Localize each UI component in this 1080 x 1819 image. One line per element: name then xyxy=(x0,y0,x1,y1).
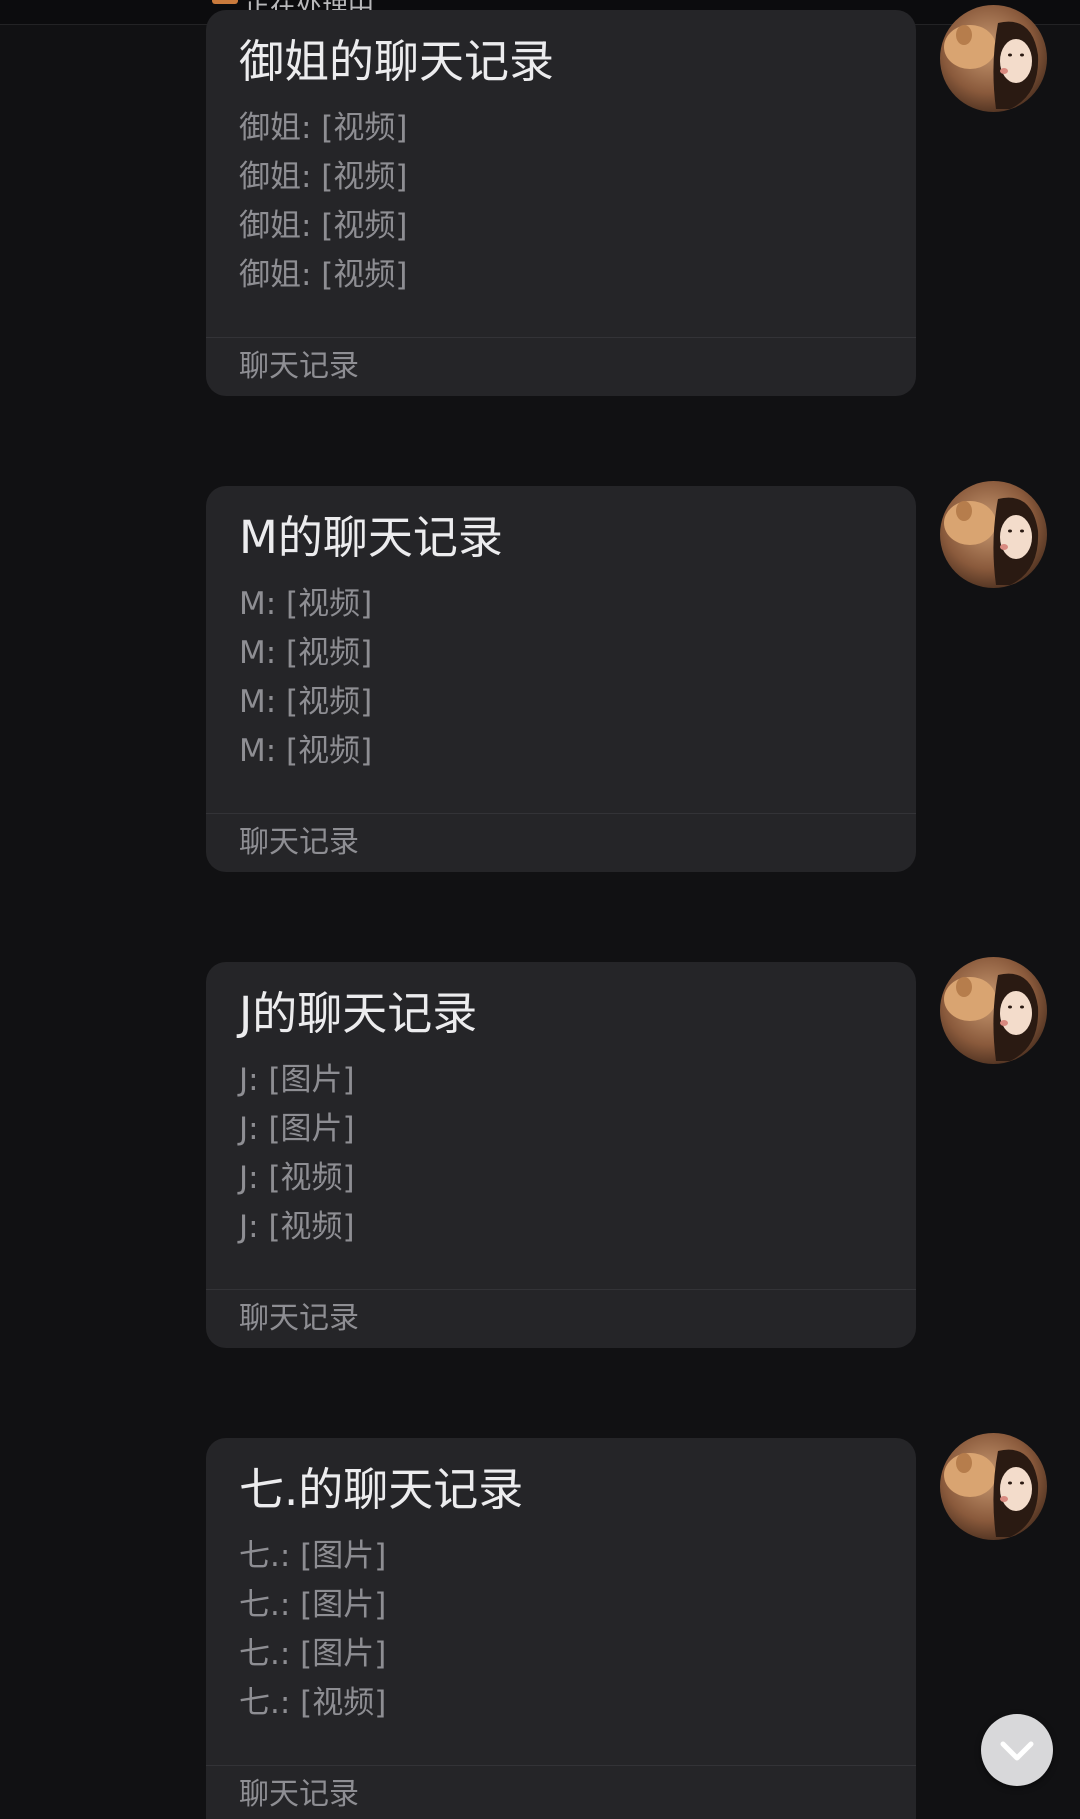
preview-line: J: [视频] xyxy=(239,1209,355,1245)
avatar-image xyxy=(940,5,1047,112)
chat-record-footer: 聊天记录 xyxy=(239,1301,359,1336)
preview-line: M: [视频] xyxy=(239,635,373,671)
chat-record-card[interactable]: 七.的聊天记录 七.: [图片] 七.: [图片] 七.: [图片] 七.: [… xyxy=(206,1438,916,1819)
chevron-down-icon xyxy=(1000,1741,1034,1761)
chat-record-title: J的聊天记录 xyxy=(239,987,478,1040)
preview-line: M: [视频] xyxy=(239,586,373,622)
preview-line: 七.: [图片] xyxy=(239,1587,387,1623)
preview-line: J: [图片] xyxy=(239,1111,355,1147)
preview-line: 御姐: [视频] xyxy=(239,110,408,146)
chat-record-footer: 聊天记录 xyxy=(239,1777,359,1812)
preview-line: 七.: [图片] xyxy=(239,1538,387,1574)
preview-line: M: [视频] xyxy=(239,733,373,769)
chat-record-card[interactable]: J的聊天记录 J: [图片] J: [图片] J: [视频] J: [视频] 聊… xyxy=(206,962,916,1348)
preview-line: 御姐: [视频] xyxy=(239,208,408,244)
chat-record-footer: 聊天记录 xyxy=(239,825,359,860)
avatar-image xyxy=(940,957,1047,1064)
preview-line: J: [图片] xyxy=(239,1062,355,1098)
folder-icon xyxy=(212,0,238,4)
chat-record-preview: M: [视频] M: [视频] M: [视频] M: [视频] xyxy=(239,580,372,776)
user-avatar[interactable] xyxy=(940,481,1047,588)
scroll-to-bottom-button[interactable] xyxy=(981,1714,1053,1786)
user-avatar[interactable] xyxy=(940,1433,1047,1540)
chat-record-preview: 御姐: [视频] 御姐: [视频] 御姐: [视频] 御姐: [视频] xyxy=(239,104,408,300)
preview-line: 七.: [视频] xyxy=(239,1685,387,1721)
avatar-image xyxy=(940,1433,1047,1540)
user-avatar[interactable] xyxy=(940,5,1047,112)
chat-record-card[interactable]: 御姐的聊天记录 御姐: [视频] 御姐: [视频] 御姐: [视频] 御姐: [… xyxy=(206,10,916,396)
chat-record-footer: 聊天记录 xyxy=(239,349,359,384)
preview-line: 七.: [图片] xyxy=(239,1636,387,1672)
user-avatar[interactable] xyxy=(940,957,1047,1064)
chat-record-title: 七.的聊天记录 xyxy=(239,1463,524,1516)
chat-record-title: 御姐的聊天记录 xyxy=(239,35,555,88)
preview-line: J: [视频] xyxy=(239,1160,355,1196)
chat-record-card[interactable]: M的聊天记录 M: [视频] M: [视频] M: [视频] M: [视频] 聊… xyxy=(206,486,916,872)
preview-line: 御姐: [视频] xyxy=(239,257,408,293)
chat-record-title: M的聊天记录 xyxy=(239,511,503,564)
chat-record-preview: J: [图片] J: [图片] J: [视频] J: [视频] xyxy=(239,1056,355,1252)
preview-line: M: [视频] xyxy=(239,684,373,720)
avatar-image xyxy=(940,481,1047,588)
preview-line: 御姐: [视频] xyxy=(239,159,408,195)
chat-record-preview: 七.: [图片] 七.: [图片] 七.: [图片] 七.: [视频] xyxy=(239,1532,386,1728)
